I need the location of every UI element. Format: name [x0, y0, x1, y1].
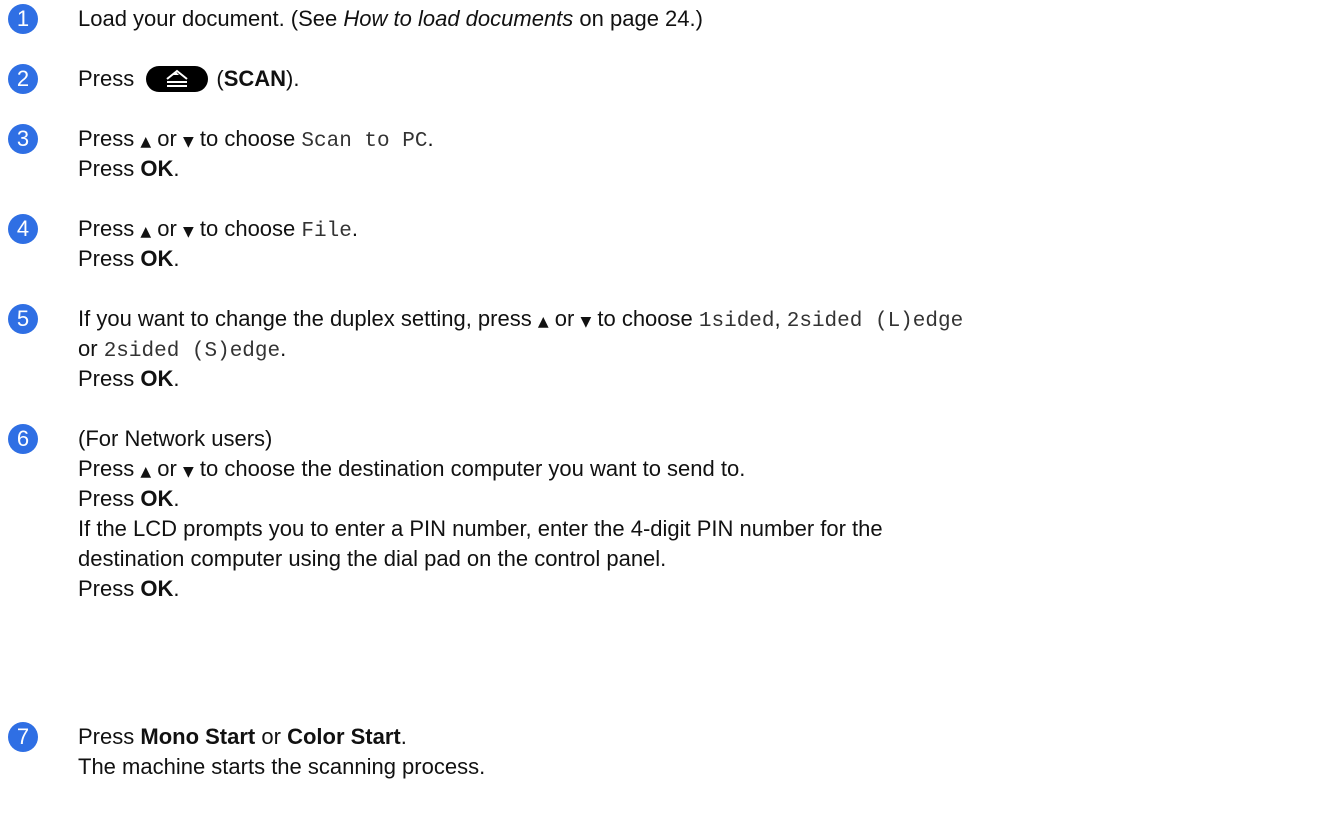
step-number: 3: [8, 124, 38, 154]
triangle-down-icon: ▼: [182, 224, 194, 240]
ok-key: OK: [140, 246, 174, 271]
step-number: 7: [8, 722, 38, 752]
step-number: 5: [8, 304, 38, 334]
menu-option: File: [301, 220, 352, 243]
step-number: 2: [8, 64, 38, 94]
scan-button-icon: [146, 66, 209, 92]
page-reference-link[interactable]: How to load documents: [343, 6, 573, 31]
step-number: 4: [8, 214, 38, 244]
color-start-key: Color Start: [287, 724, 401, 749]
ok-key: OK: [140, 486, 174, 511]
triangle-up-icon: ▲: [140, 134, 152, 150]
ok-key: OK: [140, 156, 174, 181]
triangle-up-icon: ▲: [537, 314, 549, 330]
triangle-down-icon: ▼: [182, 134, 194, 150]
triangle-up-icon: ▲: [140, 464, 152, 480]
triangle-down-icon: ▼: [580, 314, 592, 330]
mono-start-key: Mono Start: [140, 724, 256, 749]
instruction-page: 1 Load your document. (See How to load d…: [0, 0, 1330, 828]
triangle-up-icon: ▲: [140, 224, 152, 240]
triangle-down-icon: ▼: [182, 464, 194, 480]
step-number: 1: [8, 4, 38, 34]
menu-option: Scan to PC: [301, 130, 428, 153]
step-number: 6: [8, 424, 38, 454]
ok-key: OK: [140, 576, 174, 601]
ok-key: OK: [140, 366, 174, 391]
